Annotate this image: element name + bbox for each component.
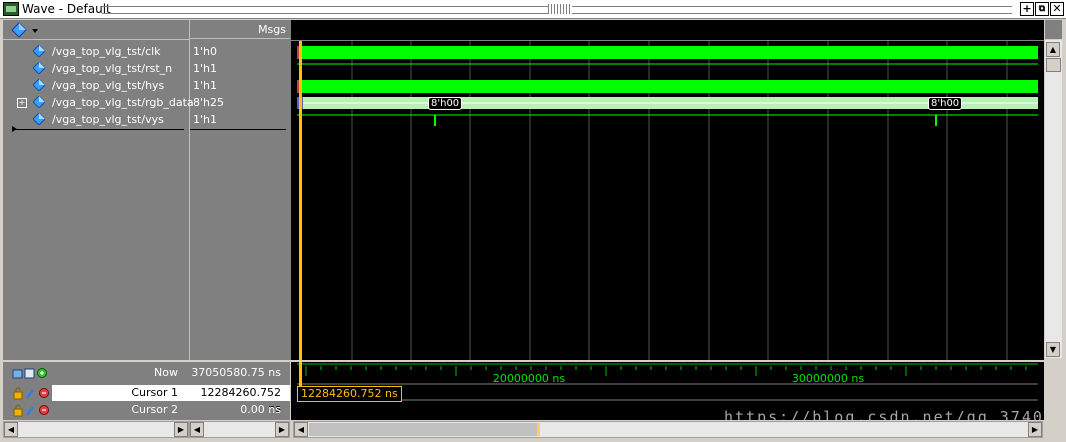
wave-header: [291, 20, 1044, 41]
signal-name[interactable]: /vga_top_vlg_tst/rgb_data: [52, 94, 194, 111]
cursor1-time-box[interactable]: 12284260.752 ns: [297, 386, 402, 402]
insert-marker-line: [14, 129, 184, 130]
insert-marker-icon: [12, 126, 17, 132]
signal-value: 1'h1: [193, 62, 217, 75]
clk-wave: [297, 46, 1038, 59]
waveform-pane[interactable]: [291, 20, 1044, 360]
names-scroll-left[interactable]: ◀: [4, 422, 18, 437]
wave-hscrollbar[interactable]: ◀ ▶: [293, 421, 1043, 438]
signal-value: 8'h25: [193, 96, 224, 109]
undock-button[interactable]: ⧉: [1035, 2, 1049, 16]
window-title-bar[interactable]: Wave - Default + ⧉ ✕: [0, 0, 1066, 19]
wave-window-icon: [3, 2, 19, 16]
time-axis-label: 20000000 ns: [493, 372, 565, 385]
diamond-signal-icon: [33, 96, 45, 108]
window-title: Wave - Default: [22, 2, 111, 16]
diamond-signal-icon: [33, 45, 45, 57]
scroll-up-button[interactable]: ▲: [1046, 42, 1060, 57]
values-hscrollbar[interactable]: ◀ ▶: [189, 421, 290, 438]
expand-toggle-icon[interactable]: +: [17, 98, 27, 108]
cursor1-icons[interactable]: [12, 386, 52, 400]
cursor1-line: [299, 40, 302, 360]
scroll-down-button[interactable]: ▼: [1046, 342, 1060, 357]
cursor1-value: 12284260.752 ns: [200, 386, 281, 415]
signal-value: 1'h1: [193, 113, 217, 126]
signal-name[interactable]: /vga_top_vlg_tst/hys: [52, 77, 164, 94]
time-axis-label: 30000000 ns: [792, 372, 864, 385]
wave-scroll-left[interactable]: ◀: [294, 422, 308, 437]
now-label: Now: [154, 366, 178, 379]
now-value: 37050580.75 ns: [191, 366, 281, 379]
dock-button[interactable]: +: [1020, 2, 1034, 16]
signal-name[interactable]: /vga_top_vlg_tst/vys: [52, 111, 164, 128]
names-scroll-right[interactable]: ▶: [174, 422, 188, 437]
cursor1-label[interactable]: Cursor 1: [52, 385, 178, 401]
now-toolbar-icons[interactable]: [12, 366, 48, 380]
signal-name[interactable]: /vga_top_vlg_tst/rst_n: [52, 60, 172, 77]
cursor2-label[interactable]: Cursor 2: [52, 402, 178, 418]
bus-value-label: 8'h00: [428, 97, 463, 110]
wave-scroll-thumb[interactable]: [537, 423, 540, 436]
names-header: [3, 20, 189, 40]
vscroll-header: [1045, 20, 1062, 39]
msgs-header: Msgs: [190, 20, 290, 39]
title-grip-handle[interactable]: [548, 4, 572, 14]
diamond-signal-icon: [33, 113, 45, 125]
diamond-signal-icon: [33, 62, 45, 74]
vertical-scrollbar[interactable]: ▲ ▼: [1045, 40, 1062, 358]
signal-menu-icon[interactable]: [11, 22, 39, 38]
signal-name[interactable]: /vga_top_vlg_tst/clk: [52, 43, 161, 60]
signal-value: 1'h0: [193, 45, 217, 58]
close-button[interactable]: ✕: [1050, 2, 1064, 16]
values-scroll-left[interactable]: ◀: [190, 422, 204, 437]
vscroll-thumb[interactable]: [1046, 58, 1061, 72]
signal-value: 1'h1: [193, 79, 217, 92]
value-underline: [190, 129, 286, 130]
names-hscrollbar[interactable]: ◀ ▶: [3, 421, 189, 438]
wave-scroll-right[interactable]: ▶: [1028, 422, 1042, 437]
waveform-canvas[interactable]: [291, 20, 1044, 360]
hys-wave: [297, 80, 1038, 93]
cursor2-value: 0.00 ns: [240, 403, 281, 416]
diamond-signal-icon: [33, 79, 45, 91]
wave-scroll-track-fill: [309, 423, 537, 436]
cursor2-icons[interactable]: [12, 403, 52, 417]
values-scroll-right[interactable]: ▶: [275, 422, 289, 437]
bus-value-label: 8'h00: [928, 97, 963, 110]
cursor1-ruler-line: [299, 362, 302, 386]
